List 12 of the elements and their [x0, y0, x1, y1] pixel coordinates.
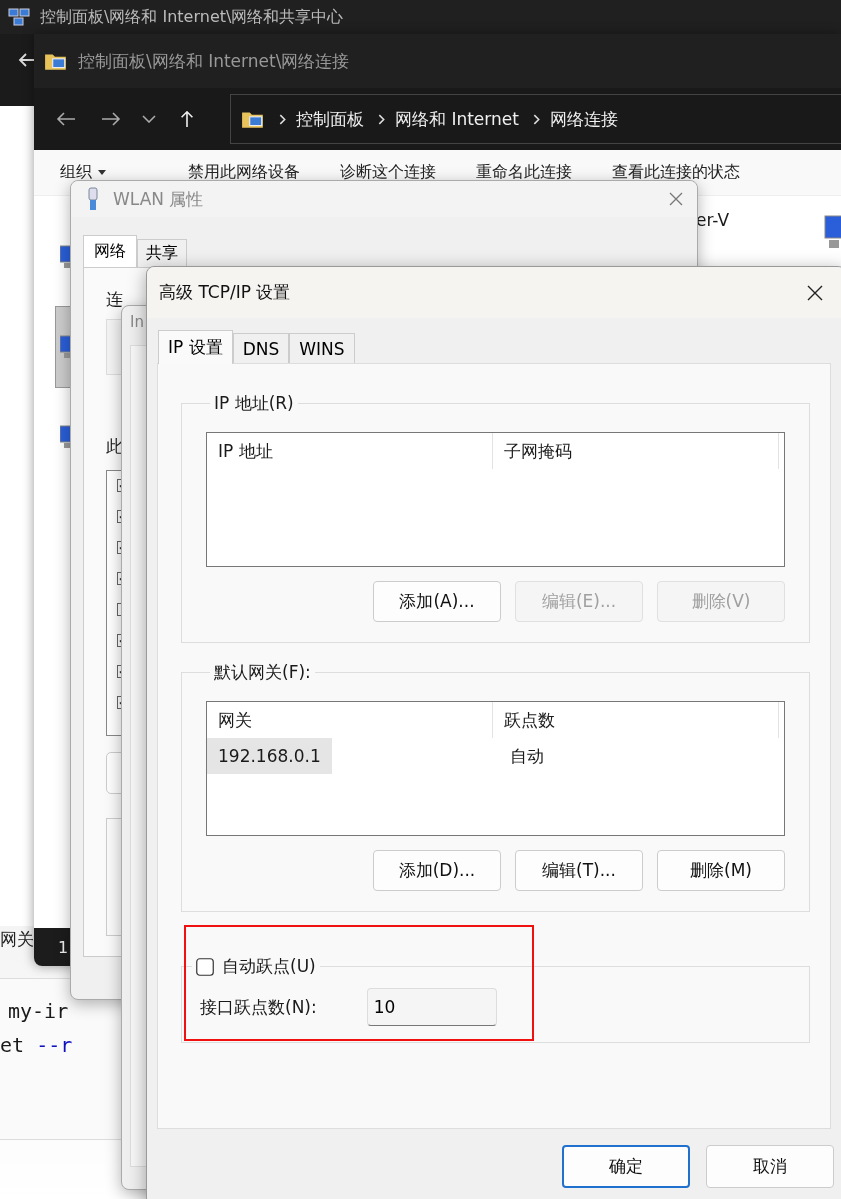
- group-label: 默认网关(F):: [214, 662, 311, 682]
- section-label: 连: [106, 288, 123, 311]
- item-count: 1: [58, 937, 69, 957]
- field-label: 接口跃点数(N):: [200, 995, 317, 1019]
- gateway-label: 网关: [0, 928, 34, 951]
- window-title: 控制面板\网络和 Internet\网络和共享中心: [40, 6, 344, 28]
- window-title: 控制面板\网络和 Internet\网络连接: [78, 49, 350, 73]
- window-title: In: [130, 313, 144, 331]
- window-title: 高级 TCP/IP 设置: [159, 281, 292, 304]
- group-label: IP 地址(R): [214, 393, 294, 413]
- window-title: WLAN 属性: [113, 187, 205, 211]
- adapter-name: er-V: [696, 210, 730, 230]
